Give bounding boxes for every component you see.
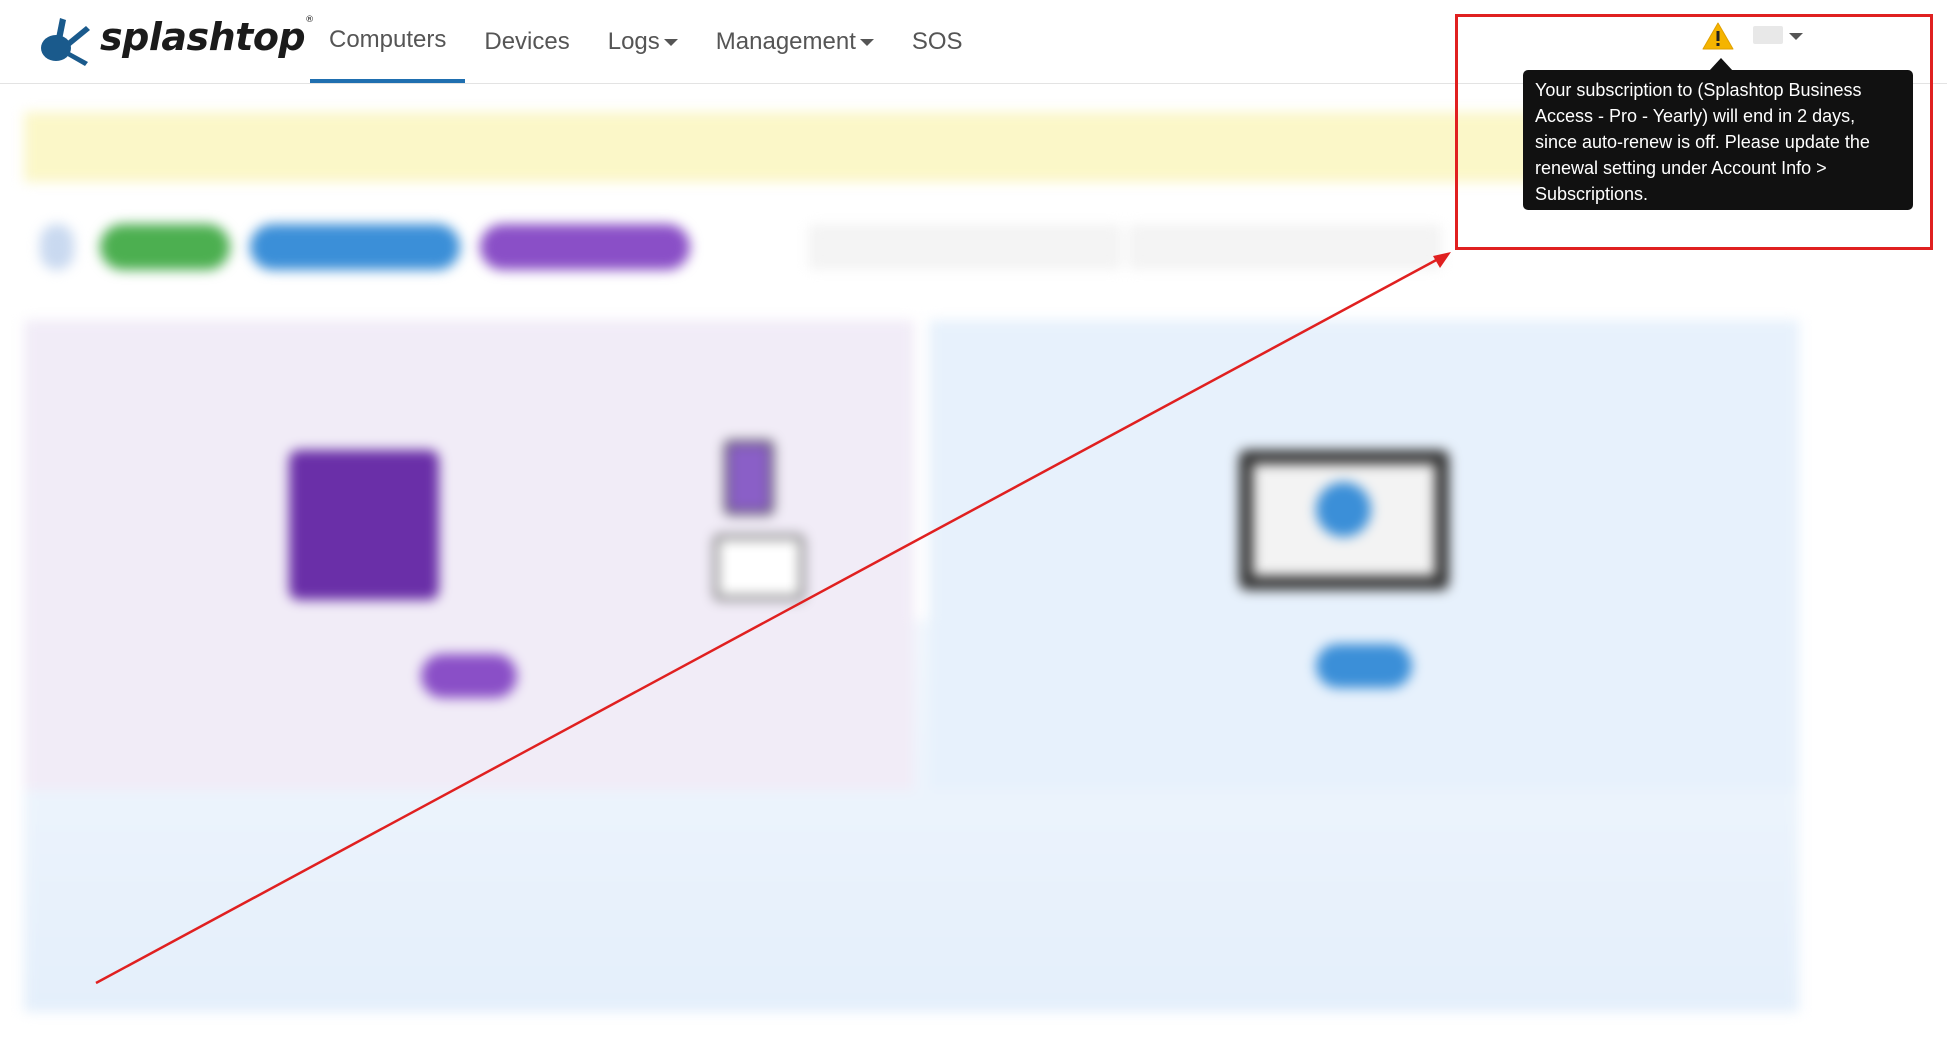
annotation-arrow — [95, 252, 1451, 985]
